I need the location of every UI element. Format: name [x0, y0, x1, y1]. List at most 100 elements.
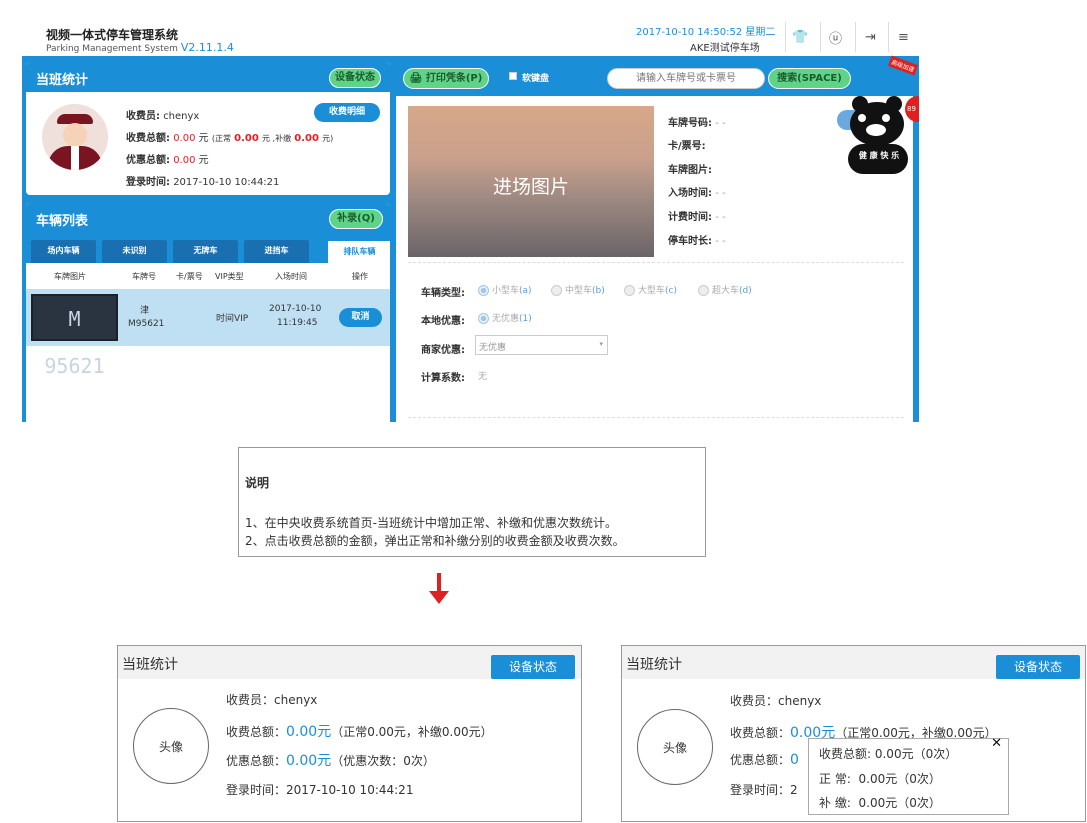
supp-amount: 0.00 — [294, 133, 319, 144]
discount-label: 优惠总额： — [730, 753, 791, 767]
popup-normal-label: 正 常: — [819, 772, 851, 786]
field-label: 车牌号码: — [668, 118, 712, 129]
entry-time: 11:19:45 — [277, 318, 318, 328]
option-key: (c) — [665, 286, 677, 296]
popup-total: 收费总额: 0.00元（0次） — [819, 747, 958, 761]
discount-line: 优惠总额：0.00元（优惠次数：0次） — [226, 750, 435, 770]
tab-no-plate[interactable]: 无牌车 — [173, 240, 238, 263]
field-label: 停车时长: — [668, 236, 712, 247]
supp-suffix: 元) — [322, 134, 334, 143]
note-line-1: 1、在中央收费系统首页-当班统计中增加正常、补缴和优惠次数统计。 — [245, 516, 617, 530]
billing-time-field: 计费时间: - - — [668, 208, 726, 223]
app-version: V2.11.1.4 — [180, 41, 234, 54]
discount-yuan: 元 — [198, 155, 209, 166]
vehicle-tabs: 场内车辆 未识别 无牌车 进挡车 排队车辆 — [31, 240, 390, 263]
tab-unrecognized[interactable]: 未识别 — [102, 240, 167, 263]
entry-image: 进场图片 — [408, 106, 654, 257]
tab-gate[interactable]: 进挡车 — [244, 240, 309, 263]
avatar: 头像 — [637, 709, 713, 785]
soft-keyboard-label: 软键盘 — [522, 74, 550, 84]
mascot-image: 健 康 快 乐 — [846, 96, 914, 178]
chevron-down-icon: ▾ — [599, 340, 603, 348]
field-value: - - — [715, 118, 726, 129]
popup-supp-label: 补 缴: — [819, 796, 851, 810]
popup-supp: 补 缴: 0.00元（0次） — [819, 794, 941, 811]
coefficient-value: 无 — [478, 372, 488, 382]
local-discount-none[interactable]: 无优惠(1) — [478, 311, 532, 324]
datetime-display: 2017-10-10 14:50:52 星期二 — [636, 27, 776, 38]
menu-icon[interactable]: ≡ — [888, 22, 918, 52]
radio-icon — [478, 285, 489, 296]
charge-detail-button[interactable]: 收费明细 — [314, 103, 380, 122]
field-label: 入场时间: — [668, 188, 712, 199]
field-value: - - — [715, 188, 726, 199]
col-action: 操作 — [352, 272, 368, 281]
app-subtitle-text: Parking Management System — [46, 44, 178, 54]
avatar: 头像 — [133, 708, 209, 784]
col-plate-img: 车牌图片 — [54, 272, 86, 281]
radio-icon — [551, 285, 562, 296]
device-status-button[interactable]: 设备状态 — [329, 68, 381, 88]
local-discount-label: 本地优惠: — [421, 316, 465, 327]
col-plate-no: 车牌号 — [132, 272, 156, 281]
merchant-discount-select[interactable]: 无优惠 ▾ — [475, 335, 608, 355]
close-icon[interactable]: ✕ — [991, 736, 1002, 751]
option-name: 小型车 — [492, 286, 520, 296]
cashier-avatar — [42, 104, 108, 170]
total-amount[interactable]: 0.00 — [173, 133, 195, 144]
total-label: 收费总额: — [126, 133, 170, 144]
plate-image-field: 车牌图片: — [668, 161, 712, 176]
normal-amount: 0.00 — [234, 133, 259, 144]
entry-date: 2017-10-10 — [269, 304, 322, 314]
option-name: 大型车 — [638, 286, 666, 296]
logout-icon[interactable]: ⇥ — [855, 22, 885, 52]
vehicle-type-xlarge[interactable]: 超大车(d) — [698, 283, 752, 296]
merchant-discount-label: 商家优惠: — [421, 345, 465, 356]
table-row[interactable]: M 95621 津 M95621 时间VIP 2017-10-10 11:19:… — [26, 289, 390, 378]
device-status-button[interactable]: 设备状态 — [996, 655, 1080, 679]
login-label: 登录时间: — [126, 177, 170, 188]
vehicle-type-large[interactable]: 大型车(c) — [624, 283, 677, 296]
field-value: - - — [715, 212, 726, 223]
discount-label: 优惠总额： — [226, 754, 287, 768]
login-line: 登录时间：2017-10-10 10:44:21 — [226, 783, 414, 797]
plate-number-field: 车牌号码: - - — [668, 114, 726, 129]
discount-label: 优惠总额: — [126, 155, 170, 166]
vehicle-type-small[interactable]: 小型车(a) — [478, 283, 532, 296]
device-status-button[interactable]: 设备状态 — [491, 655, 575, 679]
search-button[interactable]: 搜索(SPACE) — [768, 68, 851, 89]
shirt-icon[interactable]: 👕 — [785, 22, 815, 52]
cancel-button[interactable]: 取消 — [339, 308, 382, 327]
mock-shift-panel-right: 当班统计 设备状态 头像 收费员：chenyx 收费总额：0.00元（正常0.0… — [621, 645, 1086, 822]
search-input[interactable] — [607, 68, 765, 89]
cashier-row: 收费员: chenyx — [126, 107, 199, 122]
col-entry-time: 入场时间 — [275, 272, 307, 281]
total-label: 收费总额： — [226, 725, 287, 739]
supplement-button[interactable]: 补录(Q) — [329, 209, 383, 229]
discount-amount: 0.00元 — [286, 753, 332, 769]
total-yuan: 元 — [198, 133, 209, 144]
parking-lot-name: AKE测试停车场 — [690, 43, 760, 54]
tab-in-lot[interactable]: 场内车辆 — [31, 240, 96, 263]
login-row: 登录时间: 2017-10-10 10:44:21 — [126, 173, 279, 188]
divider — [408, 262, 904, 263]
popup-normal-value: 0.00元（0次） — [858, 772, 941, 786]
note-box: 说明 1、在中央收费系统首页-当班统计中增加正常、补缴和优惠次数统计。 2、点击… — [238, 447, 706, 557]
vehicle-list-title: 车辆列表 — [36, 214, 89, 229]
soft-keyboard-checkbox[interactable] — [509, 72, 517, 80]
amount-popup: ✕ 收费总额: 0.00元（0次） 正 常: 0.00元（0次） 补 缴: 0.… — [808, 736, 1009, 815]
tab-queue[interactable]: 排队车辆 — [327, 240, 390, 263]
user-icon[interactable]: ⓤ — [820, 22, 850, 52]
cashier-line: 收费员：chenyx — [226, 693, 318, 707]
total-row: 收费总额: 0.00 元 (正常 0.00 元 ,补缴 0.00 元) — [126, 129, 333, 144]
total-detail: （正常0.00元，补缴0.00元） — [331, 725, 493, 739]
plate-number: M95621 — [128, 319, 165, 329]
total-amount[interactable]: 0.00元 — [286, 724, 331, 740]
note-line-2: 2、点击收费总额的金额，弹出正常和补缴分别的收费金额及收费次数。 — [245, 534, 625, 548]
col-card: 卡/票号 — [176, 272, 203, 281]
printer-icon: 🖨 — [409, 73, 423, 84]
print-receipt-button[interactable]: 🖨 打印凭条(P) — [403, 68, 489, 89]
vehicle-type-medium[interactable]: 中型车(b) — [551, 283, 605, 296]
option-key: (1) — [519, 314, 532, 324]
field-label: 车牌图片: — [668, 165, 712, 176]
